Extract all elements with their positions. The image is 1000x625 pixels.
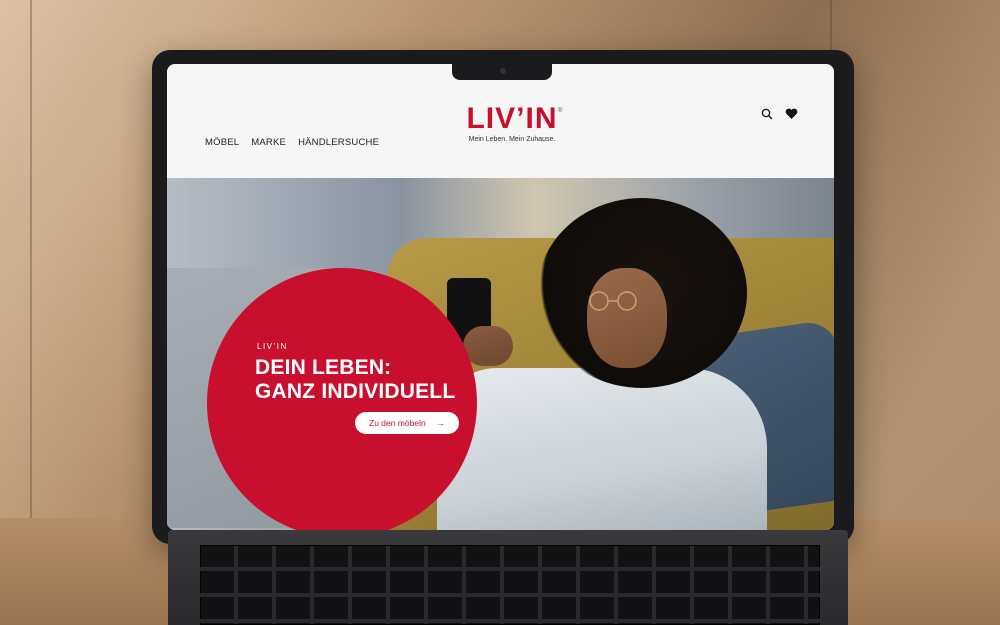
hero-photo-face [587,268,667,368]
hero-photo-person [437,368,767,530]
main-nav: MÖBEL MARKE HÄNDLERSUCHE [205,137,379,148]
logo-wordmark: LIV’IN [466,102,558,135]
hero-headline-line-1: DEIN LEBEN: [255,356,392,379]
hero-headline: DEIN LEBEN: GANZ INDIVIDUELL [255,356,465,404]
arrow-right-icon: → [435,418,445,428]
site-header: MÖBEL MARKE HÄNDLERSUCHE LIV’IN ® Mein L… [167,64,834,178]
header-tools [761,107,798,120]
camera-icon [500,68,506,74]
logo-tagline: Mein Leben. Mein Zuhause. [468,136,556,143]
nav-item-moebel[interactable]: MÖBEL [205,137,239,148]
keyboard-rows [200,545,820,625]
heart-icon[interactable] [785,107,798,119]
hero-banner: LIV’IN DEIN LEBEN: GANZ INDIVIDUELL Zu d… [167,178,834,530]
hero-headline-line-2: GANZ INDIVIDUELL [255,380,456,403]
registered-mark: ® [558,108,563,114]
cta-label: Zu den möbeln [369,418,426,428]
nav-item-marke[interactable]: MARKE [251,137,286,148]
nav-item-haendlersuche[interactable]: HÄNDLERSUCHE [298,137,379,148]
hero-photo-hand [463,326,513,366]
cta-button[interactable]: Zu den möbeln → [355,412,459,434]
search-icon[interactable] [761,107,773,120]
brand-logo[interactable]: LIV’IN ® Mein Leben. Mein Zuhause. [462,102,563,144]
laptop-screen: MÖBEL MARKE HÄNDLERSUCHE LIV’IN ® Mein L… [167,64,834,530]
hero-photo-glasses [589,291,637,311]
hero-kicker: LIV’IN [257,342,288,351]
